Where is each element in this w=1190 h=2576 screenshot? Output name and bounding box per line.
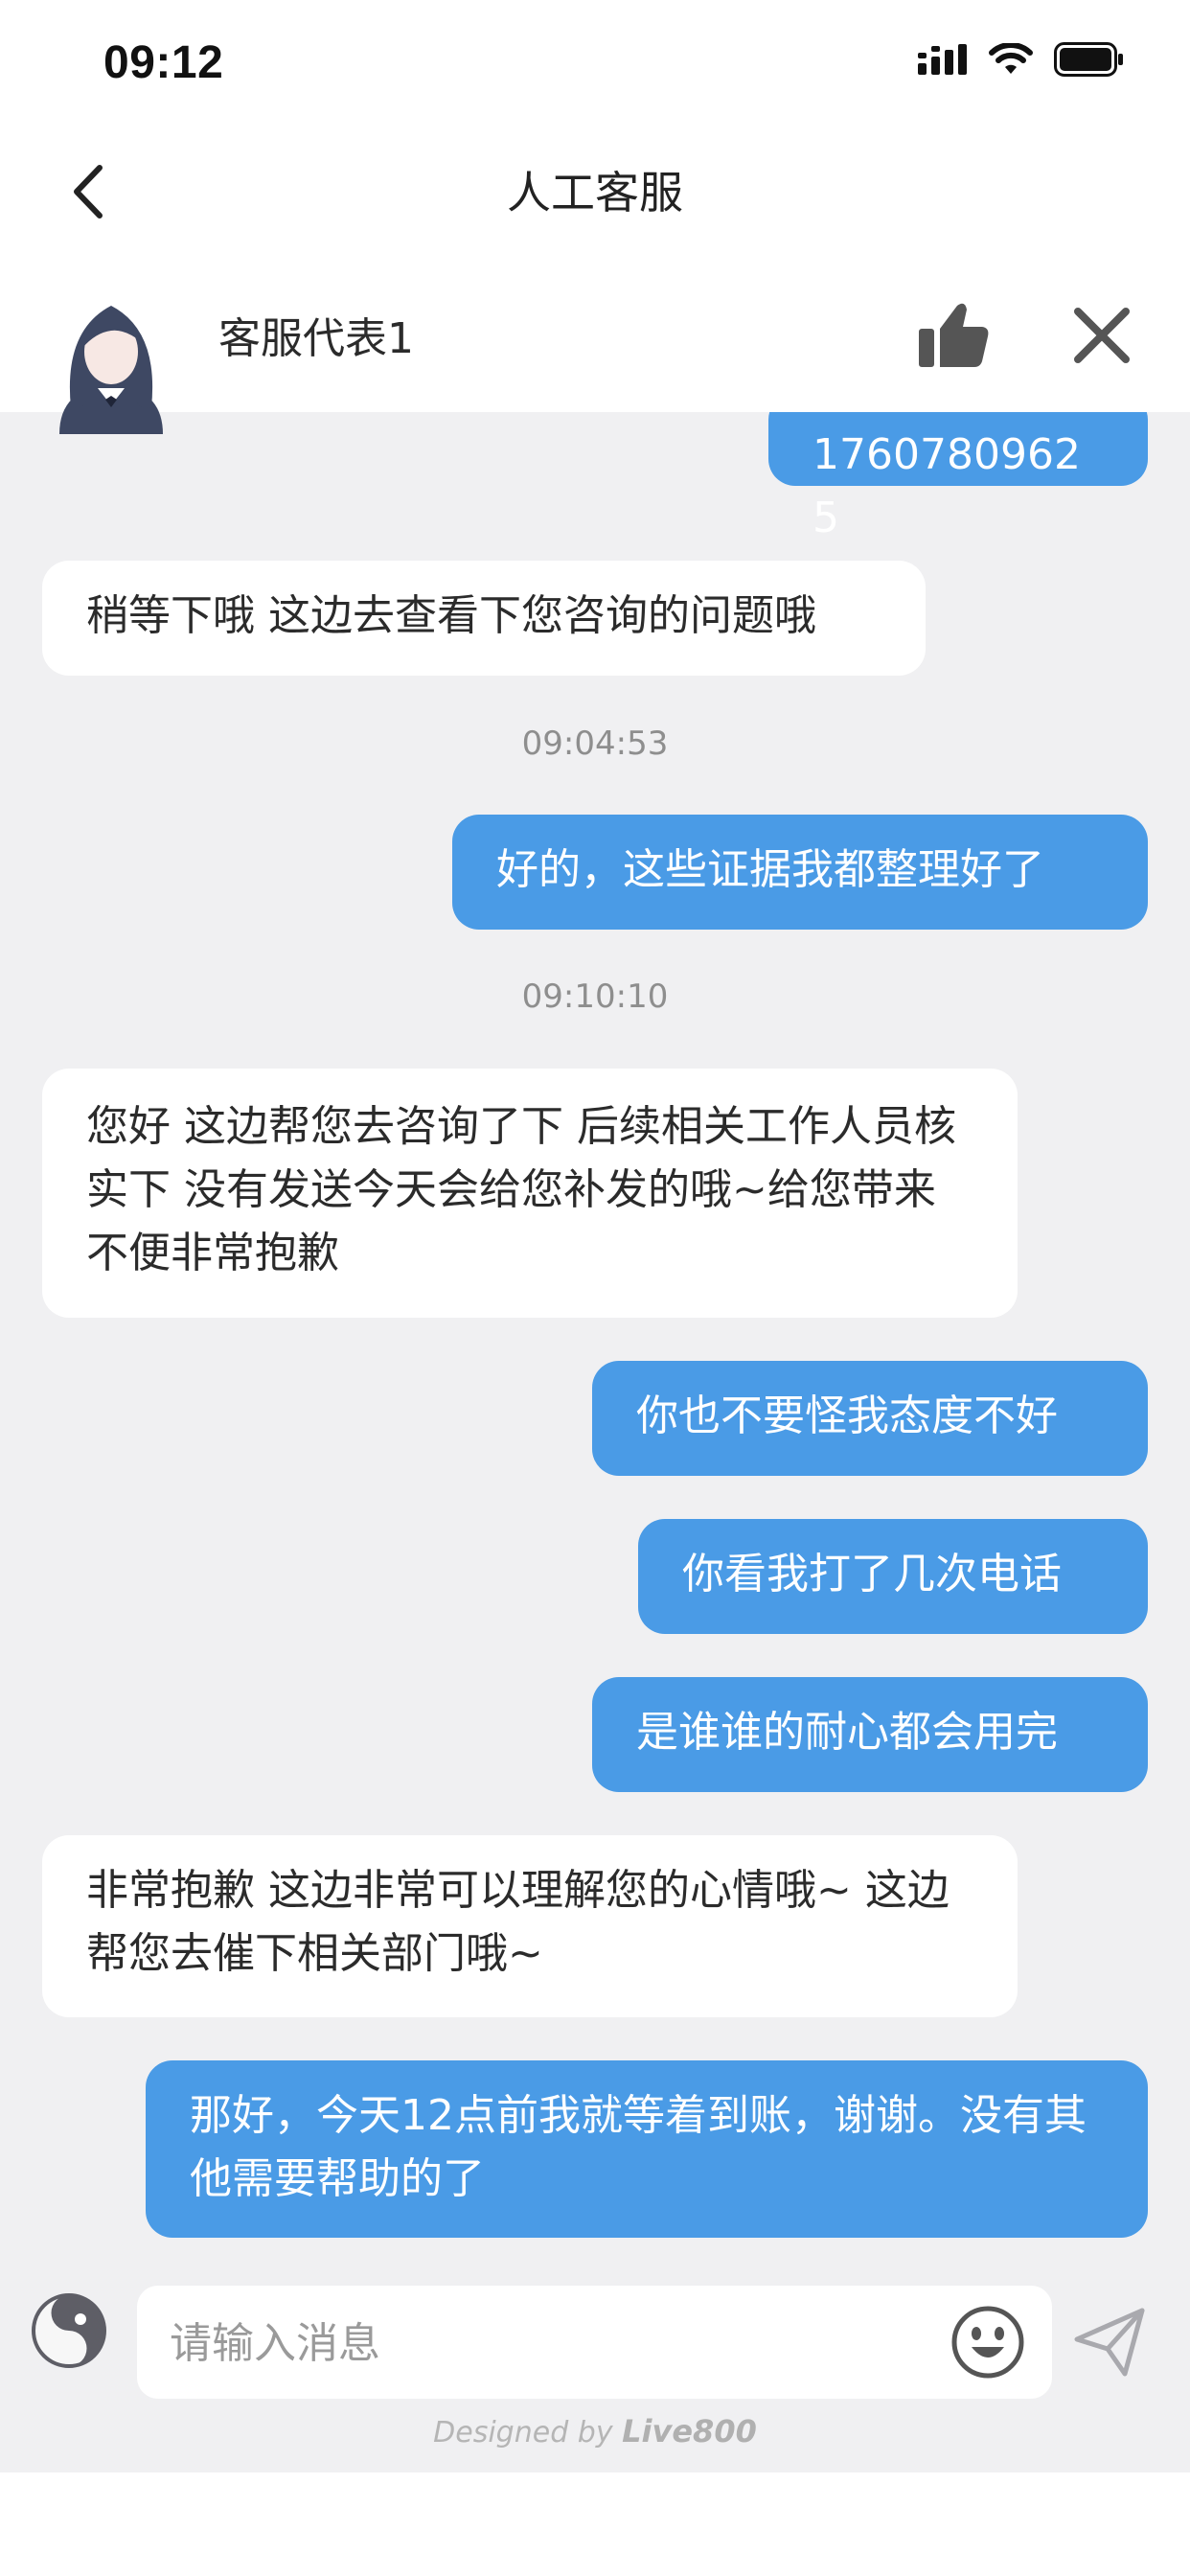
incoming-message[interactable]: 非常抱歉 这边非常可以理解您的心情哦~ 这边帮您去催下相关部门哦~ [42,1835,1018,2017]
status-icons [918,42,1125,77]
send-icon [1074,2308,1145,2377]
page-title: 人工客服 [507,167,683,218]
outgoing-message[interactable]: 17607809625 [768,412,1148,542]
agent-avatar [48,292,174,436]
timestamp: 09:04:53 [521,724,669,763]
agent-bar: 客服代表1 [0,254,1190,434]
battery-icon [1054,42,1123,77]
status-bar: 09:12 [0,0,1190,129]
home-indicator-area [0,2472,1190,2576]
footer-credit: Designed by Live800 [0,2413,1190,2450]
outgoing-message[interactable]: 好的，这些证据我都整理好了 [452,815,1148,930]
avatar-icon [59,306,163,434]
signal-icon [918,44,967,75]
outgoing-message[interactable]: 是谁谁的耐心都会用完 [592,1677,1148,1792]
timestamp: 09:10:10 [521,978,669,1016]
close-button[interactable] [1070,304,1133,367]
theme-button[interactable] [31,2292,107,2369]
designed-by-label: Designed by [433,2416,613,2450]
outgoing-message[interactable]: 那好，今天12点前我就等着到账，谢谢。没有其他需要帮助的了 [146,2060,1148,2238]
outgoing-message[interactable]: 你也不要怪我态度不好 [592,1361,1148,1476]
emoji-icon [951,2306,1024,2379]
close-icon [1074,308,1130,363]
nav-bar: 人工客服 [0,129,1190,254]
yin-yang-icon [32,2293,106,2368]
message-input-box[interactable] [137,2286,1052,2401]
thumbs-up-icon [919,303,989,367]
send-button[interactable] [1071,2305,1148,2381]
status-time: 09:12 [103,37,224,88]
agent-name: 客服代表1 [218,314,414,363]
message-input[interactable] [168,2286,957,2401]
chat-area[interactable]: 17607809625 稍等下哦 这边去查看下您咨询的问题哦 09:04:53 … [0,412,1190,2308]
input-bar: Designed by Live800 [0,2242,1190,2472]
like-button[interactable] [915,296,992,373]
incoming-message[interactable]: 稍等下哦 这边去查看下您咨询的问题哦 [42,561,926,676]
outgoing-message[interactable]: 你看我打了几次电话 [638,1519,1148,1634]
wifi-icon [989,43,1033,74]
brand-logo: Live800 [622,2413,757,2450]
emoji-button[interactable] [950,2305,1025,2380]
incoming-message[interactable]: 您好 这边帮您去咨询了下 后续相关工作人员核实下 没有发送今天会给您补发的哦~给… [42,1069,1018,1318]
